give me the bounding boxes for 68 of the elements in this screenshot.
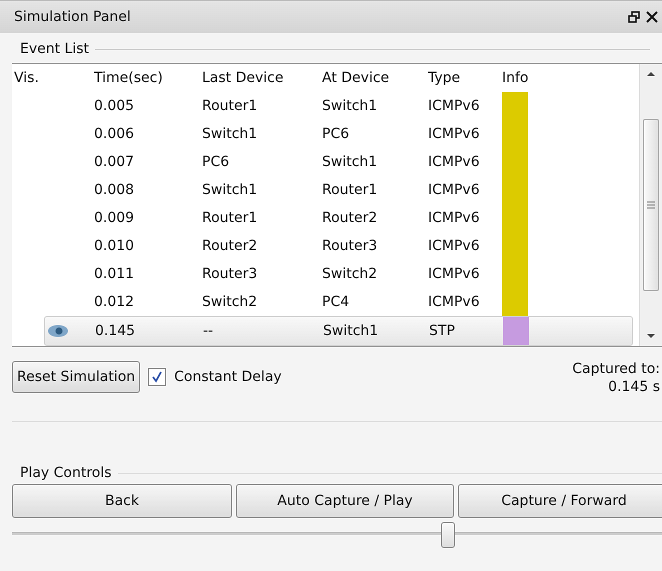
- play-control-button[interactable]: Back: [12, 484, 232, 518]
- window-title: Simulation Panel: [14, 9, 131, 25]
- table-cell-text: ICMPv6: [427, 266, 481, 282]
- eye-icon[interactable]: [47, 324, 69, 338]
- table-cell-text: 0.007: [93, 154, 136, 170]
- table-cell-text: PC6: [201, 154, 230, 170]
- table-cell-text: ICMPv6: [427, 238, 481, 254]
- table-cell-text: 0.010: [93, 238, 136, 254]
- event-row[interactable]: 0.011 Router3 Switch2 ICMPv6: [12, 260, 633, 288]
- table-cell-text: --: [202, 323, 214, 339]
- reset-simulation-button[interactable]: Reset Simulation: [12, 361, 140, 393]
- table-cell-text: 0.009: [93, 210, 136, 226]
- table-cell-text: Router2: [321, 210, 378, 226]
- table-cell-text: ICMPv6: [427, 126, 481, 142]
- event-row[interactable]: 0.008 Switch1 Router1 ICMPv6: [12, 176, 633, 204]
- column-header[interactable]: At Device: [320, 70, 426, 86]
- table-cell-text: 0.012: [93, 294, 136, 310]
- table-cell-text: Router1: [201, 98, 258, 114]
- close-icon[interactable]: [646, 11, 658, 23]
- scrollbar[interactable]: [639, 64, 662, 346]
- column-header[interactable]: Type: [426, 70, 500, 86]
- table-cell-text: ICMPv6: [427, 154, 481, 170]
- play-control-button[interactable]: Capture / Forward: [458, 484, 662, 518]
- table-cell-text: STP: [428, 323, 456, 339]
- event-row[interactable]: 0.005 Router1 Switch1 ICMPv6: [12, 92, 633, 120]
- table-cell-text: 0.145: [94, 323, 136, 339]
- event-row[interactable]: 0.012 Switch2 PC4 ICMPv6: [12, 288, 633, 316]
- captured-value: 0.145 s: [608, 379, 660, 395]
- grip-icon: [647, 201, 655, 209]
- table-cell-text: ICMPv6: [427, 182, 481, 198]
- table-cell-text: ICMPv6: [427, 98, 481, 114]
- event-row[interactable]: 0.009 Router1 Router2 ICMPv6: [12, 204, 633, 232]
- table-cell-text: Router3: [201, 266, 258, 282]
- play-control-button[interactable]: Auto Capture / Play: [236, 484, 454, 518]
- event-row[interactable]: 0.006 Switch1 PC6 ICMPv6: [12, 120, 633, 148]
- table-cell-text: 0.005: [93, 98, 136, 114]
- group-label: Event List: [20, 41, 90, 57]
- table-cell-text: Switch2: [321, 266, 378, 282]
- restore-icon[interactable]: [628, 11, 640, 23]
- table-cell-text: Switch1: [321, 98, 378, 114]
- table-cell-text: Switch1: [321, 154, 378, 170]
- table-cell-text: 0.008: [93, 182, 136, 198]
- group-label: Play Controls: [20, 465, 112, 481]
- table-cell-text: Switch1: [201, 126, 258, 142]
- table-cell-text: Switch1: [201, 182, 258, 198]
- column-header[interactable]: Time(sec): [92, 70, 200, 86]
- table-cell-text: Router1: [201, 210, 258, 226]
- table-cell-text: PC4: [321, 294, 350, 310]
- table-cell-text: Router3: [321, 238, 378, 254]
- slider-thumb[interactable]: [440, 522, 454, 548]
- table-cell-text: ICMPv6: [427, 294, 481, 310]
- event-row[interactable]: 0.010 Router2 Router3 ICMPv6: [12, 232, 633, 260]
- table-cell-text: 0.011: [93, 266, 136, 282]
- table-cell-text: Switch2: [201, 294, 258, 310]
- column-header[interactable]: Last Device: [200, 70, 320, 86]
- table-cell-text: 0.006: [93, 126, 136, 142]
- checkbox[interactable]: [148, 368, 166, 386]
- event-row[interactable]: 0.145 -- Switch1 STP: [44, 316, 633, 346]
- table-cell-text: Router2: [201, 238, 258, 254]
- table-cell-text: Switch1: [322, 323, 380, 339]
- checkbox-label: Constant Delay: [174, 369, 282, 385]
- captured-label: Captured to:: [572, 361, 660, 377]
- table-cell-text: PC6: [321, 126, 350, 142]
- column-header[interactable]: Vis.: [12, 70, 92, 86]
- column-header[interactable]: Info: [500, 70, 633, 86]
- table-cell-text: Router1: [321, 182, 378, 198]
- event-row[interactable]: 0.007 PC6 Switch1 ICMPv6: [12, 148, 633, 176]
- table-cell-text: ICMPv6: [427, 210, 481, 226]
